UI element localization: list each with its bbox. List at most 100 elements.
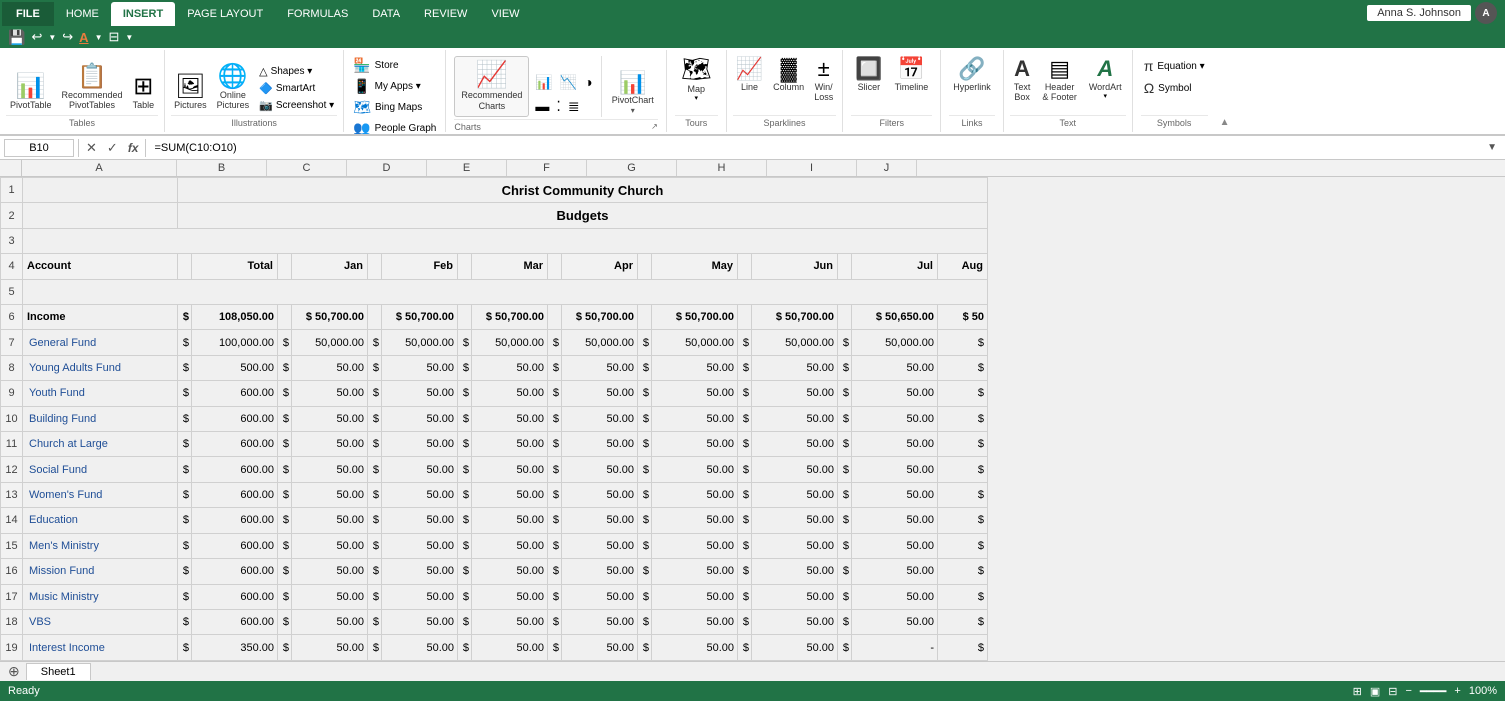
wordart-button[interactable]: A WordArt ▾: [1085, 56, 1126, 102]
redo-icon[interactable]: ↪: [62, 29, 73, 45]
equation-button[interactable]: π Equation ▾: [1141, 56, 1208, 76]
scatter-chart-icon: ⁚: [556, 98, 560, 114]
bing-maps-button[interactable]: 🗺 Bing Maps: [350, 98, 439, 117]
sparkline-line-button[interactable]: 📈 Line: [733, 56, 766, 94]
formula-bar: ✕ ✓ fx ▼: [0, 136, 1505, 160]
undo-icon[interactable]: ↩: [31, 29, 42, 45]
illustrations-group-label: Illustrations: [171, 115, 337, 130]
pictures-button[interactable]: 🖼 Pictures: [171, 73, 210, 113]
zoom-out-icon[interactable]: −: [1405, 685, 1411, 697]
tab-review[interactable]: REVIEW: [412, 2, 479, 26]
borders-icon[interactable]: ⊟: [108, 29, 119, 45]
scatter-chart-button[interactable]: ⁚: [554, 96, 562, 117]
header-footer-button[interactable]: ▤ Header& Footer: [1038, 56, 1081, 104]
symbol-button[interactable]: Ω Symbol: [1141, 78, 1208, 98]
col-header-c[interactable]: C: [267, 160, 347, 176]
tab-page-layout[interactable]: PAGE LAYOUT: [175, 2, 275, 26]
pivottable-button[interactable]: 📊 PivotTable: [6, 73, 56, 113]
insert-function-icon[interactable]: fx: [125, 141, 142, 155]
more-charts-button[interactable]: ≣: [566, 96, 582, 117]
pie-chart-button[interactable]: ◑: [582, 72, 594, 93]
tours-group-label: Tours: [675, 115, 718, 130]
grid-scroll-area[interactable]: 1 Christ Community Church 2 Budgets 3 4 …: [0, 177, 1505, 661]
screenshot-button[interactable]: 📷 Screenshot ▾: [256, 98, 337, 113]
hyperlink-button[interactable]: 🔗 Hyperlink: [949, 56, 995, 94]
format-icon[interactable]: A: [79, 30, 88, 45]
charts-expand-icon[interactable]: ↗: [651, 122, 658, 131]
tab-formulas[interactable]: FORMULAS: [275, 2, 360, 26]
app-container: FILE HOME INSERT PAGE LAYOUT FORMULAS DA…: [0, 0, 1505, 701]
formula-input[interactable]: [150, 142, 1479, 154]
my-apps-icon: 📱: [353, 78, 370, 95]
col-header-b[interactable]: B: [177, 160, 267, 176]
table-icon: ⊞: [133, 75, 153, 99]
slicer-button[interactable]: 🔲 Slicer: [851, 56, 886, 94]
recommended-charts-button[interactable]: 📈 RecommendedCharts: [454, 56, 529, 117]
new-sheet-button[interactable]: ⊕: [4, 663, 24, 680]
zoom-in-icon[interactable]: +: [1454, 685, 1460, 697]
smartart-button[interactable]: 🔷 SmartArt: [256, 81, 337, 96]
row-number: 10: [1, 406, 23, 431]
equation-icon: π: [1144, 58, 1154, 74]
tab-file[interactable]: FILE: [2, 2, 54, 26]
timeline-label: Timeline: [895, 82, 929, 92]
view-normal-icon[interactable]: ⊞: [1353, 685, 1362, 698]
borders-dropdown-icon[interactable]: ▼: [125, 33, 133, 42]
user-name-display[interactable]: Anna S. Johnson: [1367, 5, 1471, 21]
ribbon-expand-button[interactable]: ▲: [1216, 50, 1234, 132]
col-header-j[interactable]: J: [857, 160, 917, 176]
timeline-button[interactable]: 📅 Timeline: [891, 56, 933, 94]
people-graph-button[interactable]: 👥 People Graph: [350, 119, 439, 136]
tab-home[interactable]: HOME: [54, 2, 111, 26]
dropdown-icon[interactable]: ▼: [95, 33, 103, 42]
pivotchart-button[interactable]: 📊 PivotChart ▾: [608, 70, 658, 117]
user-area: Anna S. Johnson A: [1367, 2, 1505, 24]
table-row: 9Youth Fund$600.00$50.00$50.00$50.00$50.…: [1, 381, 988, 406]
col-header-g[interactable]: G: [587, 160, 677, 176]
col-header-i[interactable]: I: [767, 160, 857, 176]
tab-data[interactable]: DATA: [360, 2, 412, 26]
recommended-pivottables-label: RecommendedPivotTables: [62, 91, 123, 111]
view-layout-icon[interactable]: ▣: [1370, 685, 1380, 698]
save-icon[interactable]: 💾: [8, 29, 25, 46]
column-chart-button[interactable]: 📊: [533, 72, 554, 93]
row-number: 2: [1, 203, 23, 228]
col-header-h[interactable]: H: [677, 160, 767, 176]
formula-expand-btn[interactable]: ▼: [1483, 142, 1501, 153]
tab-view[interactable]: VIEW: [479, 2, 531, 26]
view-page-icon[interactable]: ⊟: [1388, 685, 1397, 698]
sparkline-winloss-button[interactable]: ± Win/Loss: [811, 56, 836, 104]
sparkline-line-label: Line: [741, 82, 758, 92]
col-header-a[interactable]: A: [22, 160, 177, 176]
bar-chart-button[interactable]: ▬: [533, 96, 551, 117]
pivottable-icon: 📊: [16, 75, 46, 99]
table-button[interactable]: ⊞ Table: [129, 73, 159, 113]
my-apps-button[interactable]: 📱 My Apps ▾: [350, 77, 439, 96]
ribbon-group-tours: 🗺 Map ▾ Tours: [667, 50, 727, 132]
timeline-icon: 📅: [898, 58, 925, 80]
ribbon-group-charts: 📈 RecommendedCharts 📊 📉 ◑: [446, 50, 666, 132]
confirm-formula-icon[interactable]: ✓: [104, 140, 121, 156]
col-header-f[interactable]: F: [507, 160, 587, 176]
undo-dropdown-icon[interactable]: ▼: [48, 33, 56, 42]
people-graph-label: People Graph: [375, 123, 437, 134]
store-button[interactable]: 🏪 Store: [350, 56, 439, 75]
col-header-d[interactable]: D: [347, 160, 427, 176]
recommended-pivottables-button[interactable]: 📋 RecommendedPivotTables: [60, 63, 125, 113]
textbox-button[interactable]: A TextBox: [1010, 56, 1035, 104]
online-pictures-button[interactable]: 🌐 OnlinePictures: [214, 63, 253, 113]
line-chart-dropdown[interactable]: 📉: [558, 72, 579, 93]
sparkline-column-button[interactable]: ▓ Column: [770, 56, 807, 94]
tab-insert[interactable]: INSERT: [111, 2, 175, 26]
col-header-e[interactable]: E: [427, 160, 507, 176]
zoom-slider[interactable]: ━━━━: [1420, 685, 1447, 698]
cell-reference-box[interactable]: [4, 139, 74, 157]
shapes-button[interactable]: △ Shapes ▾: [256, 64, 337, 79]
column-headers: A B C D E F G H I J: [0, 160, 1505, 177]
map-button[interactable]: 🗺 Map ▾: [677, 56, 715, 104]
table-row: 17Music Ministry$600.00$50.00$50.00$50.0…: [1, 584, 988, 609]
sheet-tab-1[interactable]: Sheet1: [26, 663, 91, 680]
column-chart-icon: 📊: [535, 74, 552, 90]
cancel-formula-icon[interactable]: ✕: [83, 140, 100, 156]
expand-icon: ▲: [1220, 117, 1230, 128]
